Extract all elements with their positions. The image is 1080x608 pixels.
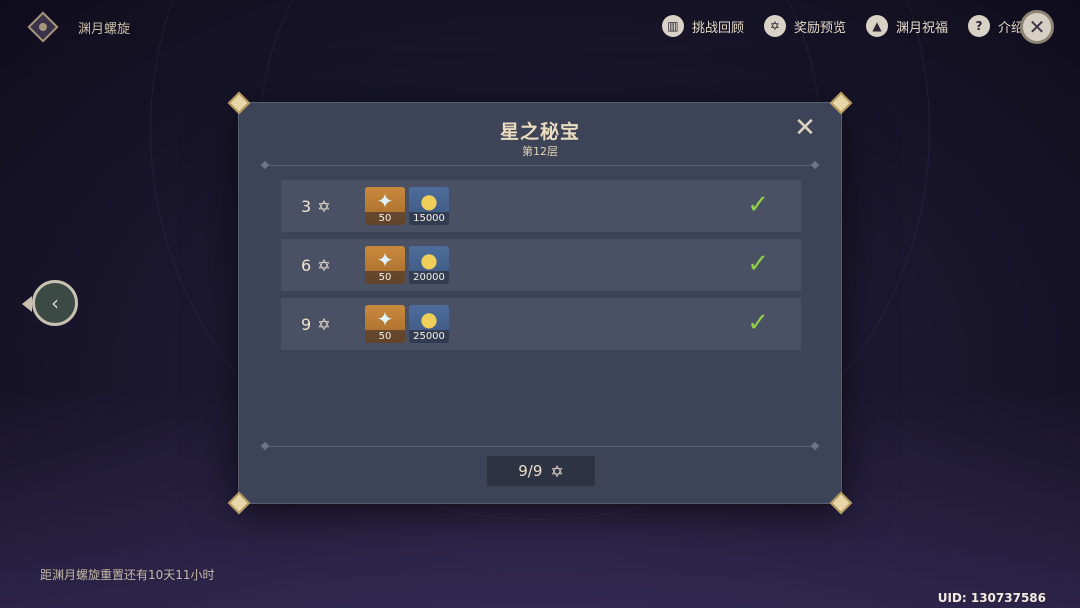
menu-reward-preview[interactable]: ✡ 奖励预览: [763, 15, 846, 37]
close-icon: ✕: [794, 113, 816, 143]
abyss-star-icon: ✡: [550, 461, 564, 481]
menu-label: 奖励预览: [793, 20, 846, 36]
abyss-star-icon: ✡: [317, 314, 331, 334]
reward-row: 9 ✡ ✦ 50 ● 25000 ✓: [281, 298, 801, 350]
modal-close-button[interactable]: ✕: [793, 115, 817, 141]
chevron-left-icon: ‹: [32, 280, 78, 326]
star-count: 6: [301, 255, 312, 275]
star-rewards-modal: 星之秘宝 第12层 ✕ 3 ✡ ✦ 50 ● 15000 ✓ 6 ✡ ✦ 50 …: [227, 91, 853, 515]
total-stars-count: 9/9: [518, 462, 543, 480]
divider-top: [265, 165, 815, 166]
abyss-star-icon: ✡: [317, 255, 331, 275]
star-requirement: 6 ✡: [301, 239, 331, 291]
close-button[interactable]: ✕: [1020, 10, 1054, 44]
mora-coin-icon: ●: [420, 307, 438, 331]
reset-countdown: 距渊月螺旋重置还有10天11小时: [40, 568, 215, 582]
spiral-abyss-logo-icon: [27, 11, 59, 43]
reward-row: 6 ✡ ✦ 50 ● 20000 ✓: [281, 239, 801, 291]
reward-row: 3 ✡ ✦ 50 ● 15000 ✓: [281, 180, 801, 232]
checkmark-icon: ✓: [747, 308, 769, 338]
close-icon: ✕: [1028, 15, 1046, 39]
menu-label: 挑战回顾: [691, 20, 744, 36]
reward-quantity: 15000: [409, 212, 449, 225]
menu-challenge-review[interactable]: ▥ 挑战回顾: [661, 15, 744, 37]
uid-label: UID: 130737586: [937, 591, 1046, 605]
divider-bottom: [265, 446, 815, 447]
primogem-reward[interactable]: ✦ 50: [365, 305, 405, 343]
menu-label: 渊月祝福: [895, 20, 948, 36]
arrow-left-icon: [22, 296, 32, 312]
previous-floor-button[interactable]: ‹: [22, 280, 78, 328]
modal-title: 星之秘宝: [499, 121, 580, 143]
top-bar: 渊月螺旋 ▥ 挑战回顾 ✡ 奖励预览 ▲ 渊月祝福 ? 介绍 ✕: [0, 0, 1080, 54]
mora-reward[interactable]: ● 20000: [409, 246, 449, 284]
primogem-reward[interactable]: ✦ 50: [365, 246, 405, 284]
primogem-icon: ✦: [376, 307, 394, 331]
reward-quantity: 25000: [409, 330, 449, 343]
star-requirement: 9 ✡: [301, 298, 331, 350]
mora-coin-icon: ●: [420, 248, 438, 272]
star-requirement: 3 ✡: [301, 180, 331, 232]
reward-quantity: 50: [365, 271, 405, 284]
mora-coin-icon: ●: [420, 189, 438, 213]
star-badge-icon: ✡: [763, 15, 786, 37]
checkmark-icon: ✓: [747, 249, 769, 279]
top-menu: ▥ 挑战回顾 ✡ 奖励预览 ▲ 渊月祝福 ? 介绍: [661, 15, 1024, 37]
reward-quantity: 20000: [409, 271, 449, 284]
mora-reward[interactable]: ● 15000: [409, 187, 449, 225]
checkmark-icon: ✓: [747, 190, 769, 220]
menu-abyss-blessing[interactable]: ▲ 渊月祝福: [865, 15, 948, 37]
reward-quantity: 50: [365, 212, 405, 225]
menu-introduction[interactable]: ? 介绍: [967, 15, 1024, 37]
star-count: 3: [301, 196, 312, 216]
total-stars-badge: 9/9 ✡: [487, 456, 595, 486]
primogem-icon: ✦: [376, 189, 394, 213]
primogem-icon: ✦: [376, 248, 394, 272]
floor-label: 第12层: [522, 145, 558, 158]
upload-icon: ▲: [865, 15, 888, 37]
reward-list: 3 ✡ ✦ 50 ● 15000 ✓ 6 ✡ ✦ 50 ● 20000 ✓ 9 …: [281, 180, 801, 357]
page-title: 渊月螺旋: [78, 22, 131, 37]
star-count: 9: [301, 314, 312, 334]
primogem-reward[interactable]: ✦ 50: [365, 187, 405, 225]
mora-reward[interactable]: ● 25000: [409, 305, 449, 343]
book-icon: ▥: [661, 15, 684, 37]
reward-quantity: 50: [365, 330, 405, 343]
question-icon: ?: [967, 15, 990, 37]
abyss-star-icon: ✡: [317, 196, 331, 216]
